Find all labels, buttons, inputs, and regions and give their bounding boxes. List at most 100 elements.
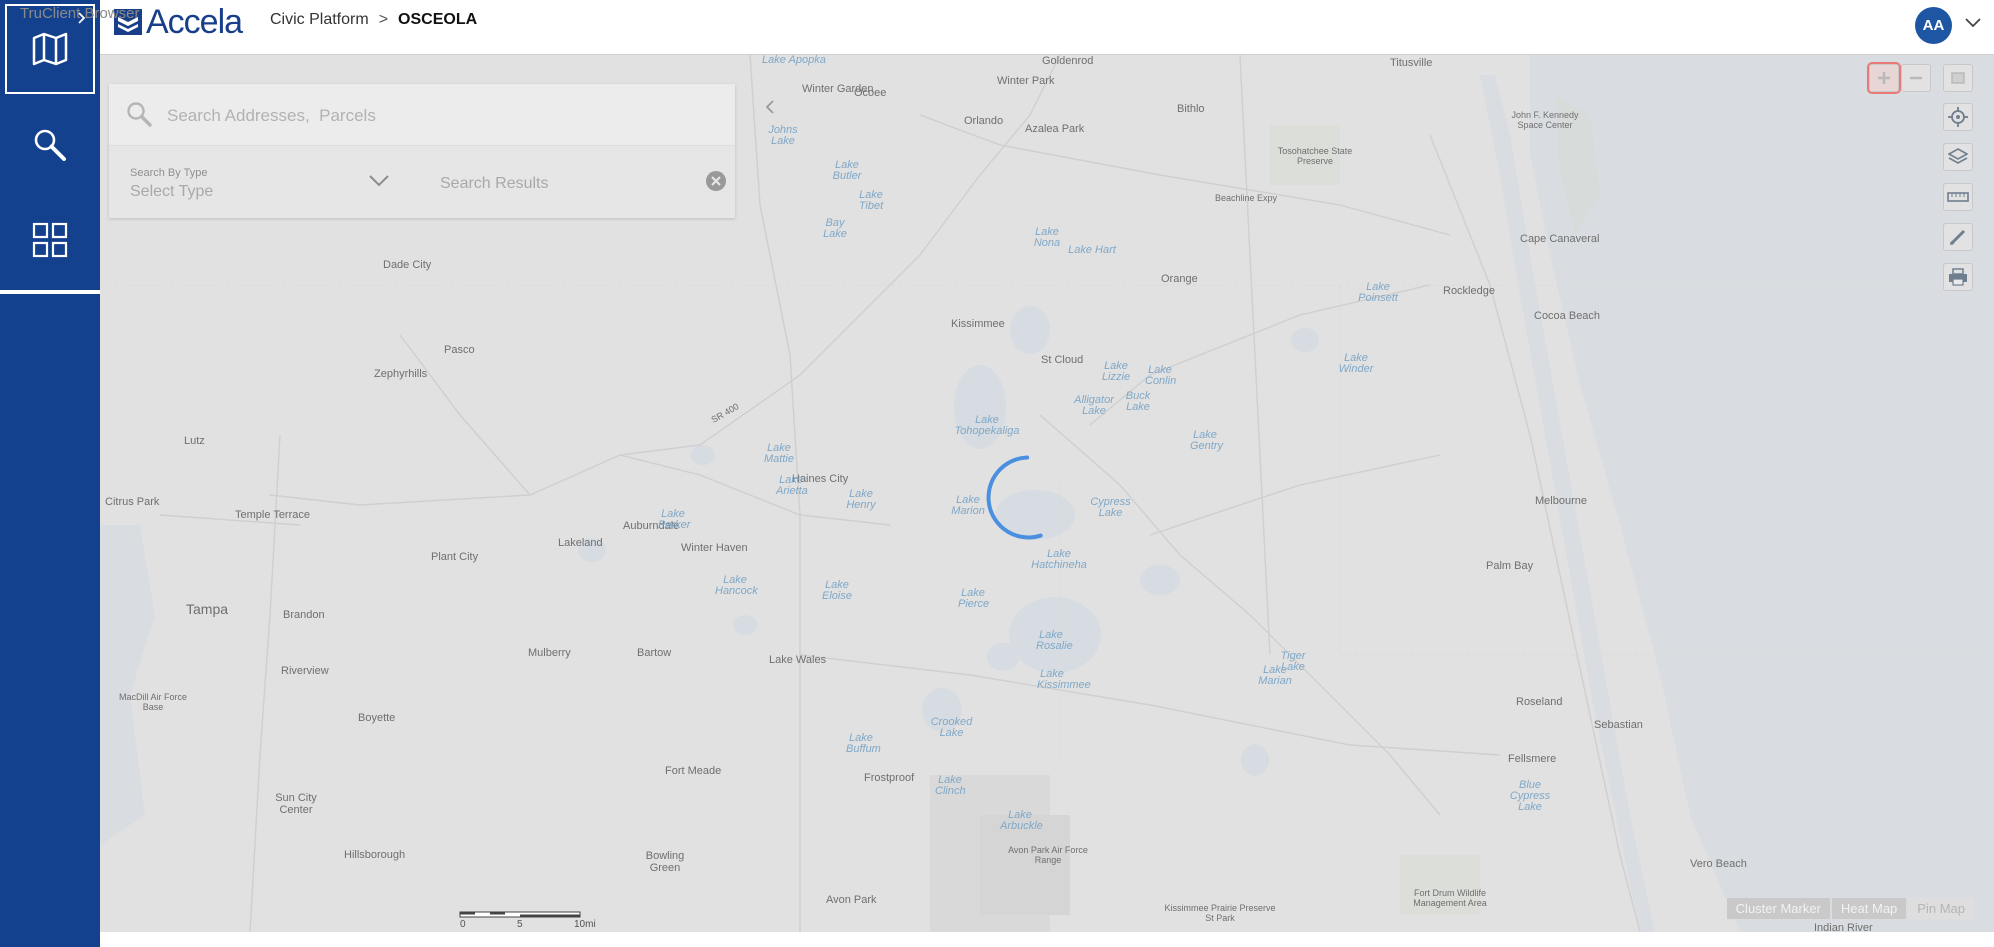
chevron-down-icon[interactable] — [367, 172, 391, 190]
map-place-label: Frostproof — [864, 772, 915, 784]
map-place-label: Kissimmee — [951, 318, 1005, 330]
scale-label: 0 — [460, 919, 466, 930]
search-bar — [109, 84, 735, 146]
draw-button[interactable] — [1943, 223, 1973, 251]
map-place-label: Tampa — [186, 601, 229, 617]
map-water-label: Lake Hatchineha — [1031, 548, 1087, 571]
search-type-select[interactable]: Select Type — [130, 183, 213, 201]
map-water-label: Alligator Lake — [1074, 394, 1114, 417]
zoom-in-icon — [1878, 72, 1890, 84]
map-place-label: Lutz — [184, 435, 205, 447]
print-button[interactable] — [1943, 263, 1973, 291]
map-mode-toggle: Cluster Marker Heat Map Pin Map — [1726, 898, 1974, 919]
map-place-label: Cocoa Beach — [1534, 310, 1601, 322]
map-place-label: Lake Wales — [769, 654, 827, 666]
map-feature-label: John F. Kennedy Space Center — [1511, 110, 1579, 130]
map-water-label: Lake Nona — [1033, 226, 1061, 249]
map-place-label: Dade City — [383, 259, 432, 271]
map-place-label: Winter Park — [997, 75, 1055, 87]
map-water-label: Lake Tohopekaliga — [954, 414, 1020, 437]
locate-icon — [1948, 107, 1968, 127]
browser-overlay-text: TruClient Browser — [20, 5, 140, 22]
map-water-label: Bay Lake — [823, 217, 847, 240]
sidebar-apps-button[interactable] — [0, 192, 100, 287]
search-icon — [34, 129, 66, 161]
map-place-label: Goldenrod — [1042, 55, 1094, 67]
map-water-label: Lake Apopka — [762, 55, 826, 66]
map-place-label: Brandon — [283, 609, 325, 621]
map-water-label: Lake Eloise — [822, 579, 852, 602]
breadcrumb-current: OSCEOLA — [398, 11, 478, 28]
search-panel: Search By Type Select Type Search Result… — [109, 84, 735, 218]
map-place-label: Fellsmere — [1508, 753, 1557, 765]
loading-spinner-icon — [986, 455, 1043, 540]
search-icon[interactable] — [125, 100, 153, 128]
chevron-down-icon[interactable] — [1964, 14, 1982, 32]
map-place-label: Bithlo — [1177, 103, 1205, 115]
map-water-label: Lake Rosalie — [1036, 629, 1073, 652]
map-water-label: Lake Winder — [1338, 352, 1374, 375]
map-water-label: Lake Conlin — [1145, 364, 1177, 387]
map-place-label: Vero Beach — [1690, 858, 1747, 870]
map-place-label: Boyette — [358, 712, 396, 724]
zoom-in-button[interactable] — [1867, 62, 1901, 94]
logo-text: Accela — [146, 2, 243, 41]
scale-label: 5 — [517, 919, 523, 930]
map-water-label: Lake Kissimmee — [1037, 668, 1091, 691]
map-water-label: Lake Henry — [846, 488, 876, 511]
map-water-label: Lake Gentry — [1190, 429, 1224, 452]
map-water-label: Lake Pierce — [958, 587, 990, 610]
scale-label: 10mi — [574, 919, 596, 930]
map-place-label: Avon Park — [826, 894, 877, 906]
map-place-label: Titusville — [1390, 57, 1433, 69]
map-place-label: Orlando — [964, 115, 1004, 127]
layers-icon — [1948, 148, 1968, 164]
measure-button[interactable] — [1943, 183, 1973, 211]
user-avatar[interactable]: AA — [1915, 7, 1952, 44]
map-water-label: Lake Tibet — [858, 189, 884, 212]
map-water-label: Lake Clinch — [935, 774, 966, 797]
map-feature-label: Avon Park Air Force Range — [1008, 845, 1088, 865]
map-place-label: St Cloud — [1041, 354, 1084, 366]
search-type-label: Search By Type — [130, 167, 208, 179]
map-place-label: Palm Bay — [1486, 560, 1534, 572]
breadcrumb: Civic Platform > OSCEOLA — [270, 11, 477, 29]
zoom-out-icon — [1910, 76, 1922, 80]
map-place-label: Bartow — [637, 647, 672, 659]
layers-button[interactable] — [1943, 143, 1973, 171]
measure-icon — [1947, 192, 1969, 202]
collapse-panel-button[interactable] — [757, 92, 783, 122]
map-place-label: Winter Haven — [681, 542, 748, 554]
map-water-label: Crooked Lake — [930, 716, 973, 739]
map-place-label: Cape Canaveral — [1520, 233, 1600, 245]
heat-map-button[interactable]: Heat Map — [1831, 898, 1907, 919]
map-place-label: Temple Terrace — [235, 509, 310, 521]
full-extent-button[interactable] — [1943, 64, 1973, 92]
map-place-label: Sebastian — [1594, 719, 1643, 731]
top-header: Accela Civic Platform > OSCEOLA AA — [100, 0, 1994, 55]
map-place-label: Citrus Park — [105, 496, 160, 508]
breadcrumb-root[interactable]: Civic Platform — [270, 11, 369, 29]
map-place-label: Roseland — [1516, 696, 1563, 708]
scale-bar-graphic — [459, 911, 581, 918]
map-water-label: Lake Poinsett — [1358, 281, 1398, 304]
map-place-label: Bowling Green — [645, 850, 685, 874]
map-water-label: Lake Hancock — [715, 574, 758, 597]
zoom-out-button[interactable] — [1901, 64, 1931, 92]
search-input[interactable] — [167, 102, 707, 130]
map-water-label: Lake Marian — [1258, 664, 1292, 687]
map-water-label: Blue Cypress Lake — [1509, 779, 1551, 813]
locate-button[interactable] — [1943, 103, 1973, 131]
clear-icon[interactable] — [705, 170, 727, 192]
sidebar-search-button[interactable] — [0, 97, 100, 192]
pin-map-button[interactable]: Pin Map — [1908, 898, 1974, 919]
sidebar — [0, 0, 100, 947]
map-feature-label: Kissimmee Prairie Preserve St Park — [1164, 903, 1276, 923]
map-icon — [32, 32, 68, 66]
map-place-label: Melbourne — [1535, 495, 1587, 507]
cluster-marker-button[interactable]: Cluster Marker — [1726, 898, 1830, 919]
map-water-label: Lake Lizzie — [1101, 360, 1131, 383]
grid-icon — [32, 222, 68, 257]
map-feature-label: Fort Drum Wildlife Management Area — [1413, 888, 1487, 908]
map-road-label: Beachline Expy — [1215, 193, 1278, 203]
